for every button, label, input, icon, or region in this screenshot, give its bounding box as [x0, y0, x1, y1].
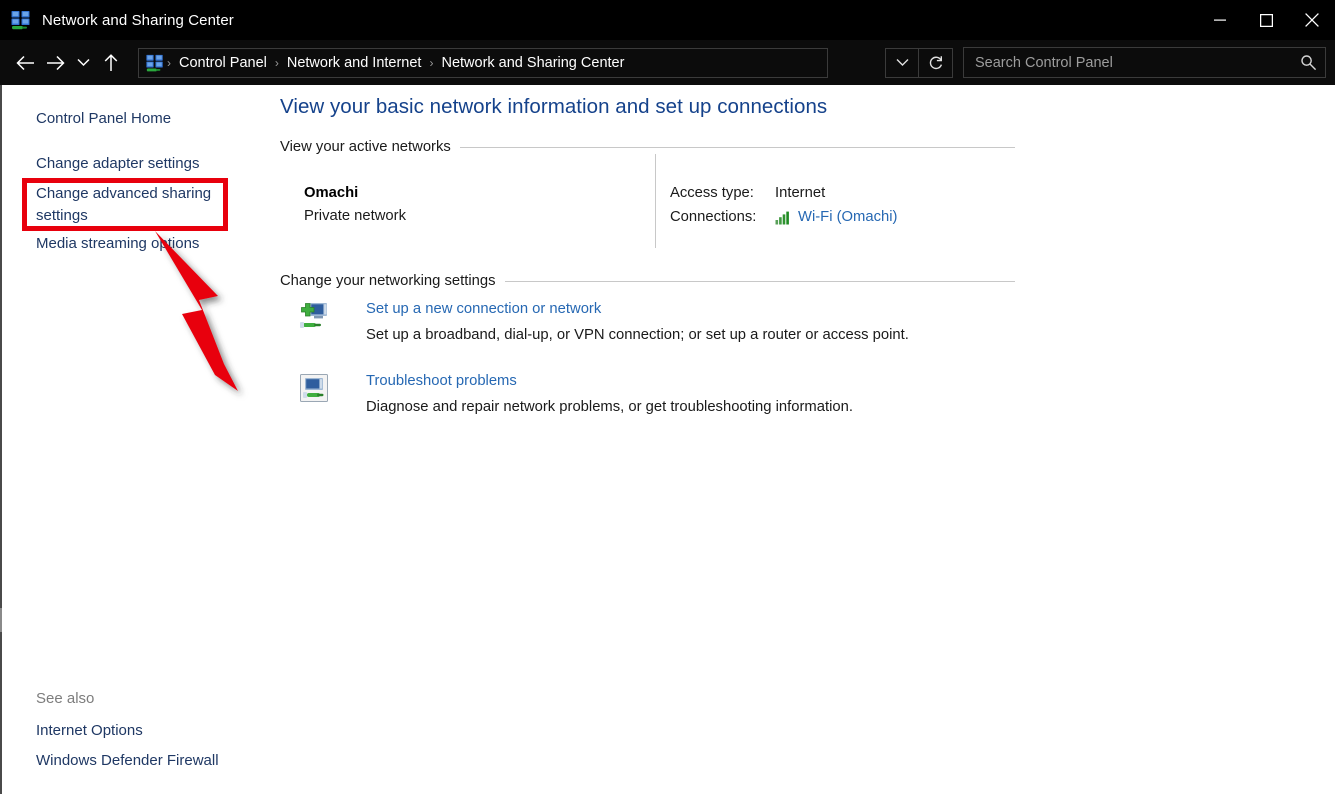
heading-rule — [459, 146, 1015, 148]
column-divider — [655, 154, 656, 248]
task-link-setup-new-connection[interactable]: Set up a new connection or network — [366, 301, 601, 317]
maximize-icon[interactable] — [1243, 0, 1289, 40]
active-network-entry: Omachi Private network — [304, 185, 406, 224]
main-content: View your basic network information and … — [270, 85, 1335, 794]
networking-settings-heading: Change your networking settings — [280, 273, 1015, 289]
network-name: Omachi — [304, 185, 359, 201]
address-bar: › Control Panel › Network and Internet ›… — [0, 40, 1335, 85]
network-sharing-center-window: Network and Sharing Center › Control Pan… — [0, 0, 1335, 794]
breadcrumb-item-network-and-sharing-center[interactable]: Network and Sharing Center — [435, 55, 630, 71]
window-title: Network and Sharing Center — [42, 11, 234, 29]
sidebar-item-change-advanced-sharing-settings[interactable]: Change advanced sharing settings — [36, 183, 216, 227]
window-controls — [1197, 0, 1335, 40]
page-title: View your basic network information and … — [280, 95, 828, 118]
access-type-value: Internet — [775, 185, 826, 201]
sidebar-item-control-panel-home[interactable]: Control Panel Home — [36, 108, 171, 129]
address-bar-tools: Search Control Panel — [885, 40, 1335, 85]
wifi-signal-bars-icon — [775, 210, 792, 225]
window-body: Control Panel Home Change adapter settin… — [0, 85, 1335, 794]
breadcrumb-separator: › — [167, 55, 171, 70]
networking-settings-heading-text: Change your networking settings — [280, 273, 496, 289]
up-arrow-icon[interactable] — [96, 45, 126, 81]
title-bar: Network and Sharing Center — [0, 0, 1335, 40]
search-icon[interactable] — [1300, 54, 1317, 71]
new-connection-icon — [298, 300, 330, 332]
sidebar: Control Panel Home Change adapter settin… — [0, 85, 270, 794]
task-setup-new-connection: Set up a new connection or network Set u… — [298, 298, 998, 358]
connections-label: Connections: — [670, 209, 757, 225]
breadcrumb-separator: › — [429, 55, 434, 70]
search-placeholder: Search Control Panel — [975, 54, 1113, 71]
breadcrumb[interactable]: › Control Panel › Network and Internet ›… — [138, 47, 828, 78]
access-type-label: Access type: — [670, 185, 754, 201]
breadcrumb-item-network-and-internet[interactable]: Network and Internet — [281, 55, 428, 71]
close-icon[interactable] — [1289, 0, 1335, 40]
task-description-setup-new-connection: Set up a broadband, dial-up, or VPN conn… — [366, 327, 909, 343]
task-troubleshoot-problems: Troubleshoot problems Diagnose and repai… — [298, 370, 998, 430]
network-computers-icon — [10, 9, 32, 31]
sidebar-item-change-adapter-settings[interactable]: Change adapter settings — [36, 153, 199, 174]
sidebar-item-internet-options[interactable]: Internet Options — [36, 720, 143, 741]
sidebar-item-windows-defender-firewall[interactable]: Windows Defender Firewall — [36, 750, 219, 771]
minimize-icon[interactable] — [1197, 0, 1243, 40]
task-description-troubleshoot-problems: Diagnose and repair network problems, or… — [366, 399, 853, 415]
active-networks-heading: View your active networks — [280, 139, 1015, 155]
refresh-icon[interactable] — [919, 47, 953, 78]
connections-row: Connections: Wi-Fi (Omachi) — [670, 209, 897, 225]
breadcrumb-separator: › — [274, 55, 279, 70]
active-networks-heading-text: View your active networks — [280, 139, 451, 155]
forward-arrow-icon[interactable] — [40, 45, 70, 81]
back-arrow-icon[interactable] — [10, 45, 40, 81]
access-type-row: Access type: Internet — [670, 185, 825, 201]
heading-rule — [504, 280, 1015, 282]
see-also-label: See also — [36, 690, 95, 707]
breadcrumb-item-control-panel[interactable]: Control Panel — [173, 55, 273, 71]
history-dropdown-chevron-down-icon[interactable] — [885, 47, 919, 78]
network-type: Private network — [304, 208, 406, 224]
control-panel-icon — [145, 53, 165, 73]
task-link-troubleshoot-problems[interactable]: Troubleshoot problems — [366, 373, 517, 389]
connection-link-wifi[interactable]: Wi-Fi (Omachi) — [798, 209, 897, 225]
search-input[interactable]: Search Control Panel — [963, 47, 1326, 78]
troubleshoot-icon — [298, 372, 330, 404]
chevron-down-icon[interactable] — [70, 45, 96, 81]
sidebar-item-media-streaming-options[interactable]: Media streaming options — [36, 233, 199, 254]
